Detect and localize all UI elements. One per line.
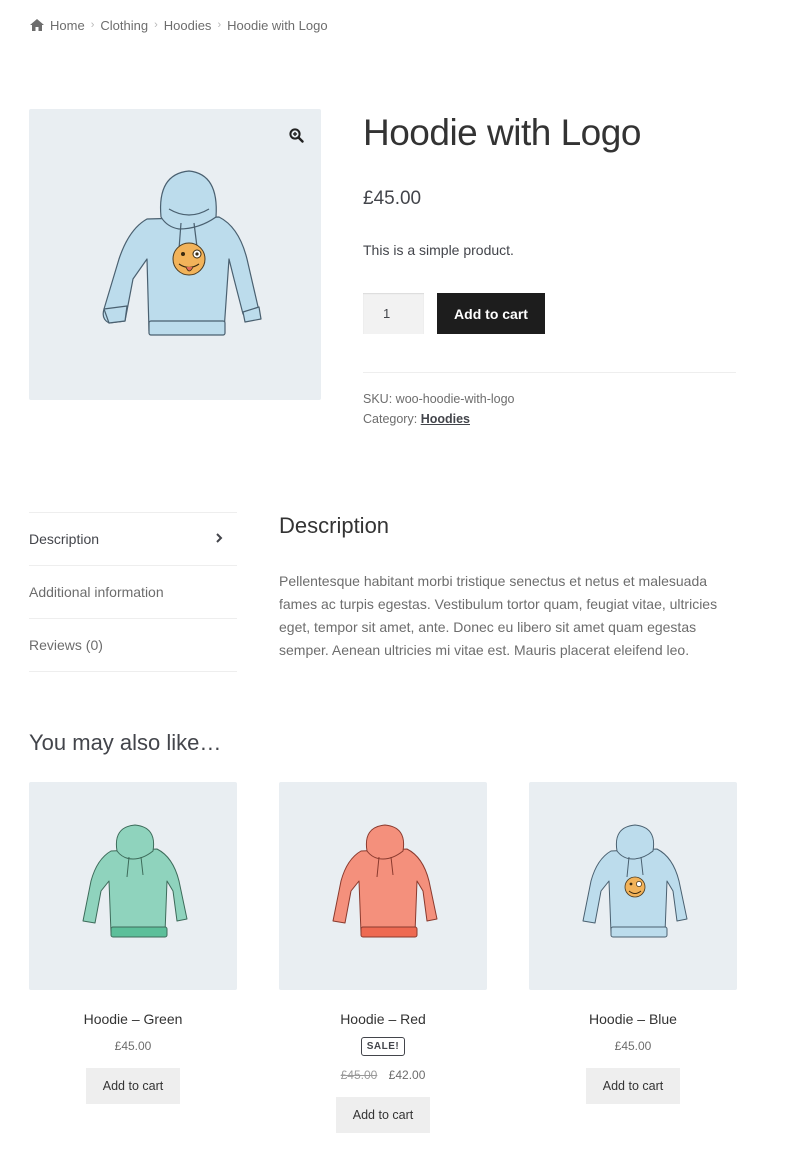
related-product-image[interactable] xyxy=(29,782,237,990)
zoom-icon xyxy=(288,127,304,143)
chevron-right-icon: › xyxy=(90,19,95,31)
breadcrumb-hoodies[interactable]: Hoodies xyxy=(164,18,212,33)
related-heading: You may also like… xyxy=(29,730,222,755)
related-add-to-cart-button[interactable]: Add to cart xyxy=(85,1068,181,1104)
product-meta: SKU: woo-hoodie-with-logo Category: Hood… xyxy=(363,372,736,429)
related-product-price: £45.00 xyxy=(614,1039,652,1053)
breadcrumb: Home › Clothing › Hoodies › Hoodie with … xyxy=(29,16,328,34)
description-panel: Description Pellentesque habitant morbi … xyxy=(279,512,739,662)
hoodie-illustration xyxy=(82,824,188,938)
product-summary: Hoodie with Logo £45.00 This is a simple… xyxy=(363,110,736,429)
hoodie-illustration xyxy=(582,824,688,938)
product-title: Hoodie with Logo xyxy=(363,112,641,153)
old-price: £45.00 xyxy=(340,1068,378,1082)
tab-description[interactable]: Description xyxy=(29,513,237,566)
related-product-card: Hoodie – Blue £45.00 Add to cart xyxy=(529,782,737,1104)
related-product-name[interactable]: Hoodie – Blue xyxy=(529,1011,737,1027)
related-add-to-cart-button[interactable]: Add to cart xyxy=(335,1097,431,1133)
category-link[interactable]: Hoodies xyxy=(421,412,470,426)
related-product-name[interactable]: Hoodie – Red xyxy=(279,1011,487,1027)
product-price: £45.00 xyxy=(363,188,422,209)
chevron-right-icon xyxy=(215,532,223,546)
sale-badge: SALE! xyxy=(360,1037,406,1056)
category-label: Category: xyxy=(363,412,418,426)
description-body: Pellentesque habitant morbi tristique se… xyxy=(279,573,718,658)
breadcrumb-home[interactable]: Home xyxy=(50,18,85,33)
breadcrumb-clothing[interactable]: Clothing xyxy=(100,18,148,33)
related-add-to-cart-button[interactable]: Add to cart xyxy=(585,1068,681,1104)
tab-reviews[interactable]: Reviews (0) xyxy=(29,619,237,672)
tab-label: Additional information xyxy=(29,584,164,600)
hoodie-illustration xyxy=(102,170,262,336)
add-to-cart-form: Add to cart xyxy=(363,293,736,334)
related-product-card: Hoodie – Red SALE! £45.00 £42.00 Add to … xyxy=(279,782,487,1133)
category-row: Category: Hoodies xyxy=(363,409,736,429)
sale-price: £42.00 xyxy=(388,1068,426,1082)
zoom-button[interactable] xyxy=(281,120,311,150)
related-product-price: £45.00 xyxy=(114,1039,152,1053)
hoodie-illustration xyxy=(332,824,438,938)
description-heading: Description xyxy=(279,513,390,538)
related-product-image[interactable] xyxy=(529,782,737,990)
home-icon[interactable] xyxy=(29,18,45,32)
related-product-price: £45.00 £42.00 xyxy=(279,1068,487,1082)
product-tabs: Description Additional information Revie… xyxy=(29,512,237,672)
chevron-right-icon: › xyxy=(154,19,158,31)
related-product-image[interactable] xyxy=(279,782,487,990)
add-to-cart-button[interactable]: Add to cart xyxy=(437,293,545,334)
quantity-input[interactable] xyxy=(363,293,424,334)
related-product-card: Hoodie – Green £45.00 Add to cart xyxy=(29,782,237,1104)
chevron-right-icon: › xyxy=(217,19,222,31)
tab-label: Reviews (0) xyxy=(29,637,103,653)
sku-value: woo-hoodie-with-logo xyxy=(395,392,515,406)
related-product-name[interactable]: Hoodie – Green xyxy=(29,1011,237,1027)
breadcrumb-current: Hoodie with Logo xyxy=(227,17,328,33)
sku-row: SKU: woo-hoodie-with-logo xyxy=(363,389,736,409)
product-image[interactable] xyxy=(29,109,321,400)
tab-label: Description xyxy=(29,531,100,547)
product-short-description: This is a simple product. xyxy=(363,242,514,258)
sku-label: SKU: xyxy=(363,392,393,406)
tab-additional-information[interactable]: Additional information xyxy=(29,566,237,619)
